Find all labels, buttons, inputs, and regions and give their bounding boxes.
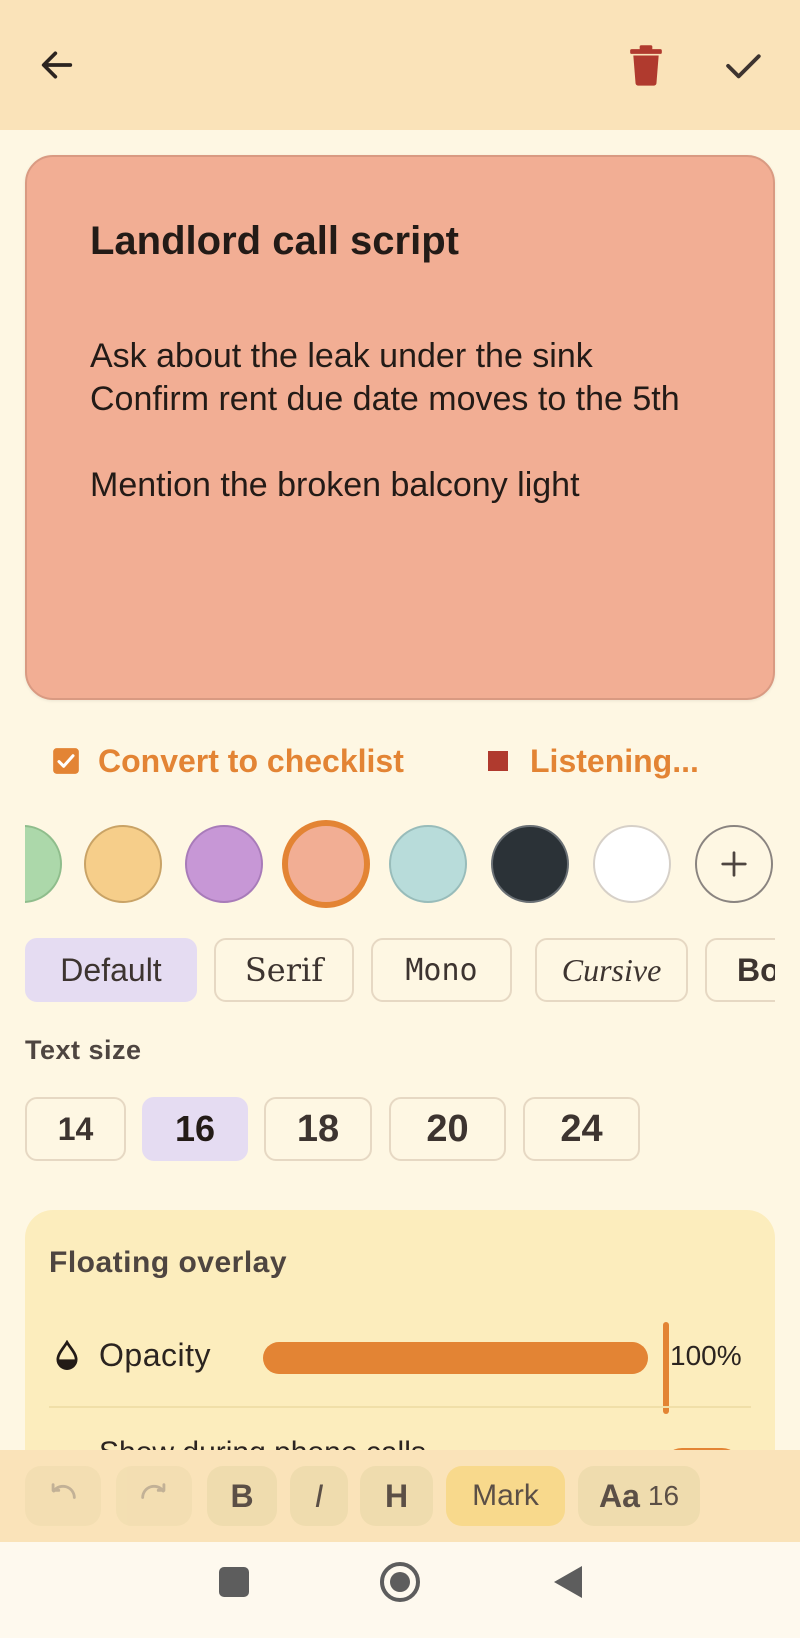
mark-button[interactable]: Mark	[446, 1466, 565, 1526]
note-body[interactable]: Ask about the leak under the sink Confir…	[90, 335, 690, 507]
listening-label: Listening...	[530, 742, 699, 779]
swatch-teal[interactable]	[389, 825, 467, 903]
italic-button[interactable]: I	[290, 1466, 348, 1526]
font-size-value: 16	[647, 1480, 680, 1511]
note-title[interactable]: Landlord call script	[90, 219, 459, 264]
stop-icon	[488, 751, 508, 771]
swatch-purple[interactable]	[185, 825, 263, 903]
note-card[interactable]: Landlord call script Ask about the leak …	[25, 155, 775, 700]
save-button[interactable]	[711, 33, 775, 97]
undo-button[interactable]	[25, 1466, 101, 1526]
font-chip-serif[interactable]: Serif	[214, 938, 354, 1002]
font-chip-label: Serif	[244, 951, 324, 989]
text-size-value: 14	[57, 1110, 94, 1147]
font-size-button[interactable]: Aa 16	[578, 1466, 700, 1526]
back-button[interactable]	[25, 33, 89, 97]
text-size-chip-24[interactable]: 24	[523, 1097, 640, 1161]
opacity-slider-handle[interactable]	[663, 1322, 669, 1414]
text-size-chip-20[interactable]: 20	[389, 1097, 506, 1161]
triangle-back-icon	[554, 1566, 582, 1598]
mark-label: Mark	[472, 1479, 539, 1512]
home-button[interactable]	[378, 1560, 422, 1604]
font-chip-cursive[interactable]: Cursive	[535, 938, 688, 1002]
text-size-chip-14[interactable]: 14	[25, 1097, 126, 1161]
circle-icon	[380, 1562, 420, 1602]
add-color-button[interactable]	[695, 825, 773, 903]
checkbox-icon	[53, 748, 79, 774]
back-nav-button[interactable]	[548, 1560, 588, 1604]
text-size-value: 18	[296, 1107, 340, 1150]
text-size-chip-18[interactable]: 18	[264, 1097, 372, 1161]
opacity-slider-fill	[263, 1342, 648, 1374]
square-icon	[219, 1567, 249, 1597]
color-palette	[25, 810, 775, 920]
water-drop-icon	[56, 1340, 78, 1370]
text-size-chip-16-selected[interactable]: 16	[142, 1097, 248, 1161]
plus-icon	[721, 851, 747, 877]
text-size-value: 20	[426, 1107, 469, 1150]
text-size-label: Text size	[25, 1035, 142, 1065]
text-size-value: 24	[560, 1107, 603, 1150]
swatch-white[interactable]	[593, 825, 671, 903]
heading-label: H	[384, 1477, 409, 1514]
font-chip-label: Default	[60, 951, 162, 988]
floating-overlay-title: Floating overlay	[49, 1246, 288, 1279]
recents-button[interactable]	[214, 1562, 254, 1602]
bold-button[interactable]: B	[207, 1466, 277, 1526]
swatch-green[interactable]	[25, 825, 62, 903]
opacity-value: 100%	[670, 1340, 742, 1371]
font-chip-default[interactable]: Default	[25, 938, 197, 1002]
convert-to-checklist-label: Convert to checklist	[98, 742, 404, 779]
delete-button[interactable]	[614, 33, 678, 97]
formatting-toolbar: B I H Mark Aa 16	[0, 1450, 800, 1542]
redo-button[interactable]	[116, 1466, 192, 1526]
listening-button[interactable]: Listening...	[488, 736, 699, 786]
font-chip-bold[interactable]: Bo	[705, 938, 775, 1002]
check-icon	[726, 54, 761, 79]
swatch-salmon-selected[interactable]	[282, 820, 370, 908]
font-size-prefix: Aa	[598, 1477, 640, 1514]
italic-label: I	[314, 1477, 324, 1514]
arrow-left-icon	[41, 51, 73, 79]
trash-icon	[630, 45, 662, 86]
font-chip-label: Mono	[405, 952, 478, 988]
divider	[49, 1406, 751, 1408]
font-chip-mono[interactable]: Mono	[371, 938, 512, 1002]
top-app-bar	[0, 0, 800, 130]
redo-icon	[141, 1483, 166, 1499]
swatch-charcoal[interactable]	[491, 825, 569, 903]
opacity-label: Opacity	[99, 1337, 211, 1373]
convert-to-checklist-button[interactable]: Convert to checklist	[52, 736, 404, 786]
bold-label: B	[230, 1477, 254, 1514]
text-size-value: 16	[174, 1108, 216, 1149]
font-chip-label: Bo	[737, 951, 775, 988]
opacity-slider[interactable]	[263, 1322, 669, 1414]
system-navigation-bar	[0, 1542, 800, 1638]
heading-button[interactable]: H	[360, 1466, 433, 1526]
swatch-yellow[interactable]	[84, 825, 162, 903]
font-chip-label: Cursive	[561, 951, 662, 988]
undo-icon	[51, 1483, 76, 1499]
